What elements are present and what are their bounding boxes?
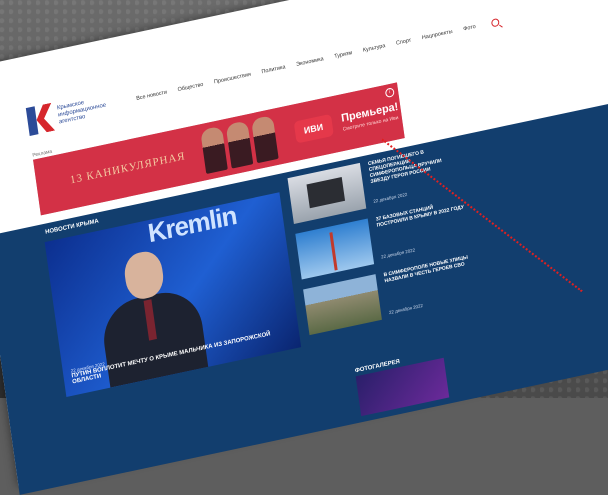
nav-item-photo[interactable]: Фото: [463, 24, 476, 33]
search-icon[interactable]: [490, 17, 500, 28]
main-nav: Все новости Общество Происшествия Полити…: [136, 24, 476, 102]
news-list: СЕМЬЯ ПОГИБШЕГО В СПЕЦОПЕРАЦИИ СИМФЕРОПО…: [287, 124, 535, 339]
nav-item-culture[interactable]: Культура: [363, 43, 386, 54]
site-logo-icon[interactable]: [25, 103, 55, 136]
site-logo-text[interactable]: Крымское информационное агентство: [57, 92, 121, 126]
news-thumbnail[interactable]: [303, 274, 382, 336]
nav-item-economy[interactable]: Экономика: [296, 56, 324, 68]
nav-item-tourism[interactable]: Туризм: [334, 50, 353, 60]
nav-item-sport[interactable]: Спорт: [396, 38, 412, 47]
news-date: 22 декабря 2022: [388, 302, 424, 316]
nav-item-all-news[interactable]: Все новости: [136, 89, 168, 101]
nav-item-national-projects[interactable]: Нацпроекты: [422, 29, 453, 41]
nav-item-society[interactable]: Общество: [177, 82, 203, 93]
news-date: 22 декабря 2022: [380, 247, 416, 260]
website-screenshot: Крымское информационное агентство Все но…: [0, 0, 608, 495]
news-date: 22 декабря 2022: [373, 191, 408, 204]
nav-item-incidents[interactable]: Происшествия: [214, 72, 252, 86]
nav-item-politics[interactable]: Политика: [261, 64, 286, 75]
